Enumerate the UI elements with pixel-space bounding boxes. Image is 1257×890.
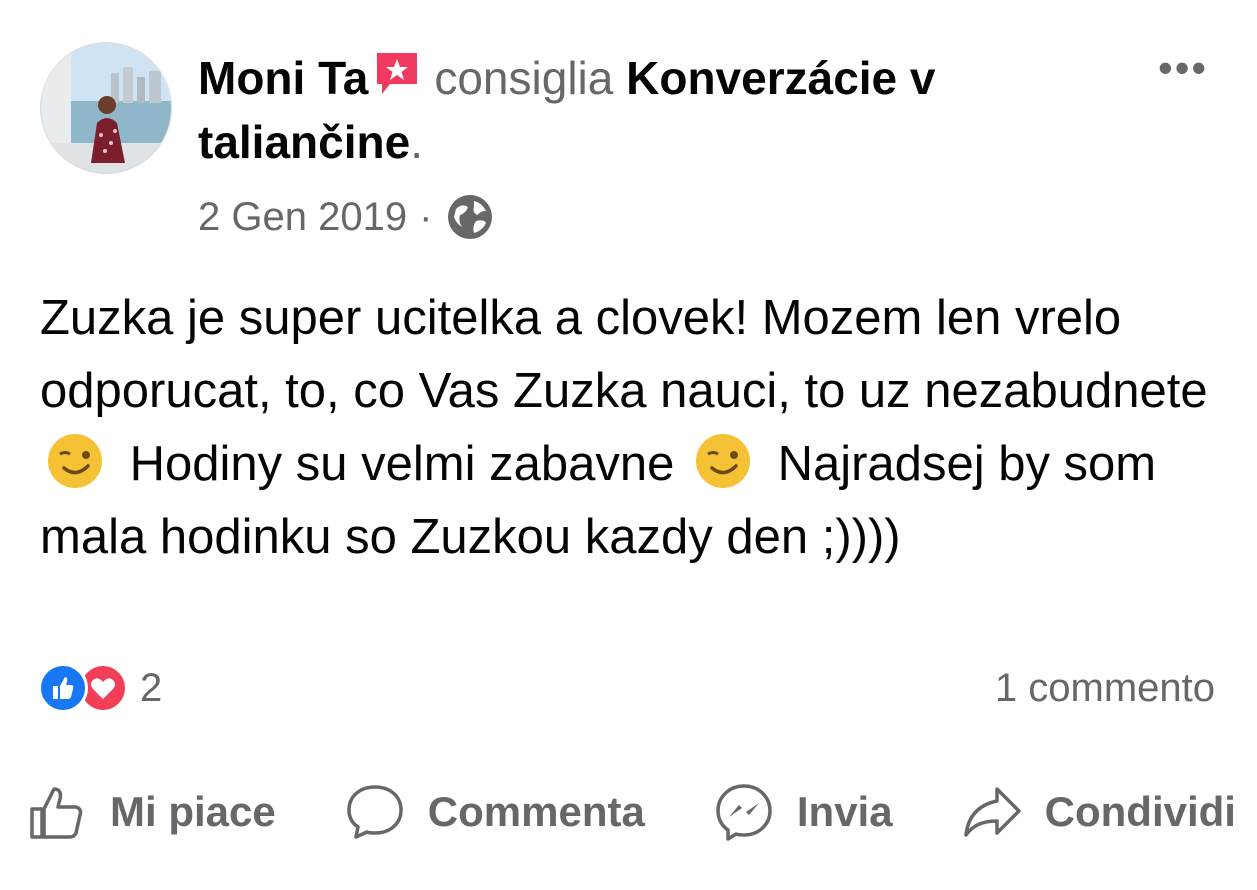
star-speech-bubble-icon <box>377 53 418 94</box>
post-text-part: Hodiny su velmi zabavne <box>129 437 675 491</box>
post-meta: 2 Gen 2019 · <box>198 192 494 242</box>
recommend-verb: consiglia <box>434 52 614 104</box>
thumbs-up-icon <box>30 787 83 839</box>
send-label: Invia <box>796 788 893 835</box>
meta-separator: · <box>419 195 433 239</box>
author-name[interactable]: Moni Ta <box>198 52 368 104</box>
reactions-summary[interactable]: 2 <box>38 662 162 714</box>
winking-face-icon <box>695 434 750 488</box>
post-date[interactable]: 2 Gen 2019 <box>198 192 407 242</box>
author-avatar[interactable] <box>40 42 172 174</box>
winking-face-icon <box>48 434 102 488</box>
post-actions-bar: Mi piace Commenta Invia Condividi <box>26 772 1236 852</box>
share-label: Condividi <box>1044 788 1236 835</box>
header-period: . <box>410 116 423 168</box>
comment-bubble-icon <box>347 785 403 839</box>
send-button[interactable]: Invia <box>713 781 893 843</box>
post-body: Zuzka je super ucitelka a clovek! Mozem … <box>40 282 1230 574</box>
share-arrow-icon <box>963 787 1021 837</box>
comment-label: Commenta <box>427 788 645 835</box>
comments-count-link[interactable]: 1 commento <box>995 662 1215 714</box>
share-button[interactable]: Condividi <box>961 781 1236 843</box>
more-options-button[interactable]: ••• <box>1158 47 1228 89</box>
post-header: Moni Ta consiglia Konverzácie v talianči… <box>198 46 1138 174</box>
comment-button[interactable]: Commenta <box>344 781 645 843</box>
like-reaction-icon <box>38 663 88 713</box>
messenger-icon <box>716 784 772 841</box>
like-button[interactable]: Mi piace <box>26 781 276 843</box>
globe-icon <box>448 195 493 239</box>
post-text-part: Zuzka je super ucitelka a clovek! Mozem … <box>40 291 1208 418</box>
like-label: Mi piace <box>110 788 276 835</box>
reaction-count: 2 <box>140 665 163 710</box>
